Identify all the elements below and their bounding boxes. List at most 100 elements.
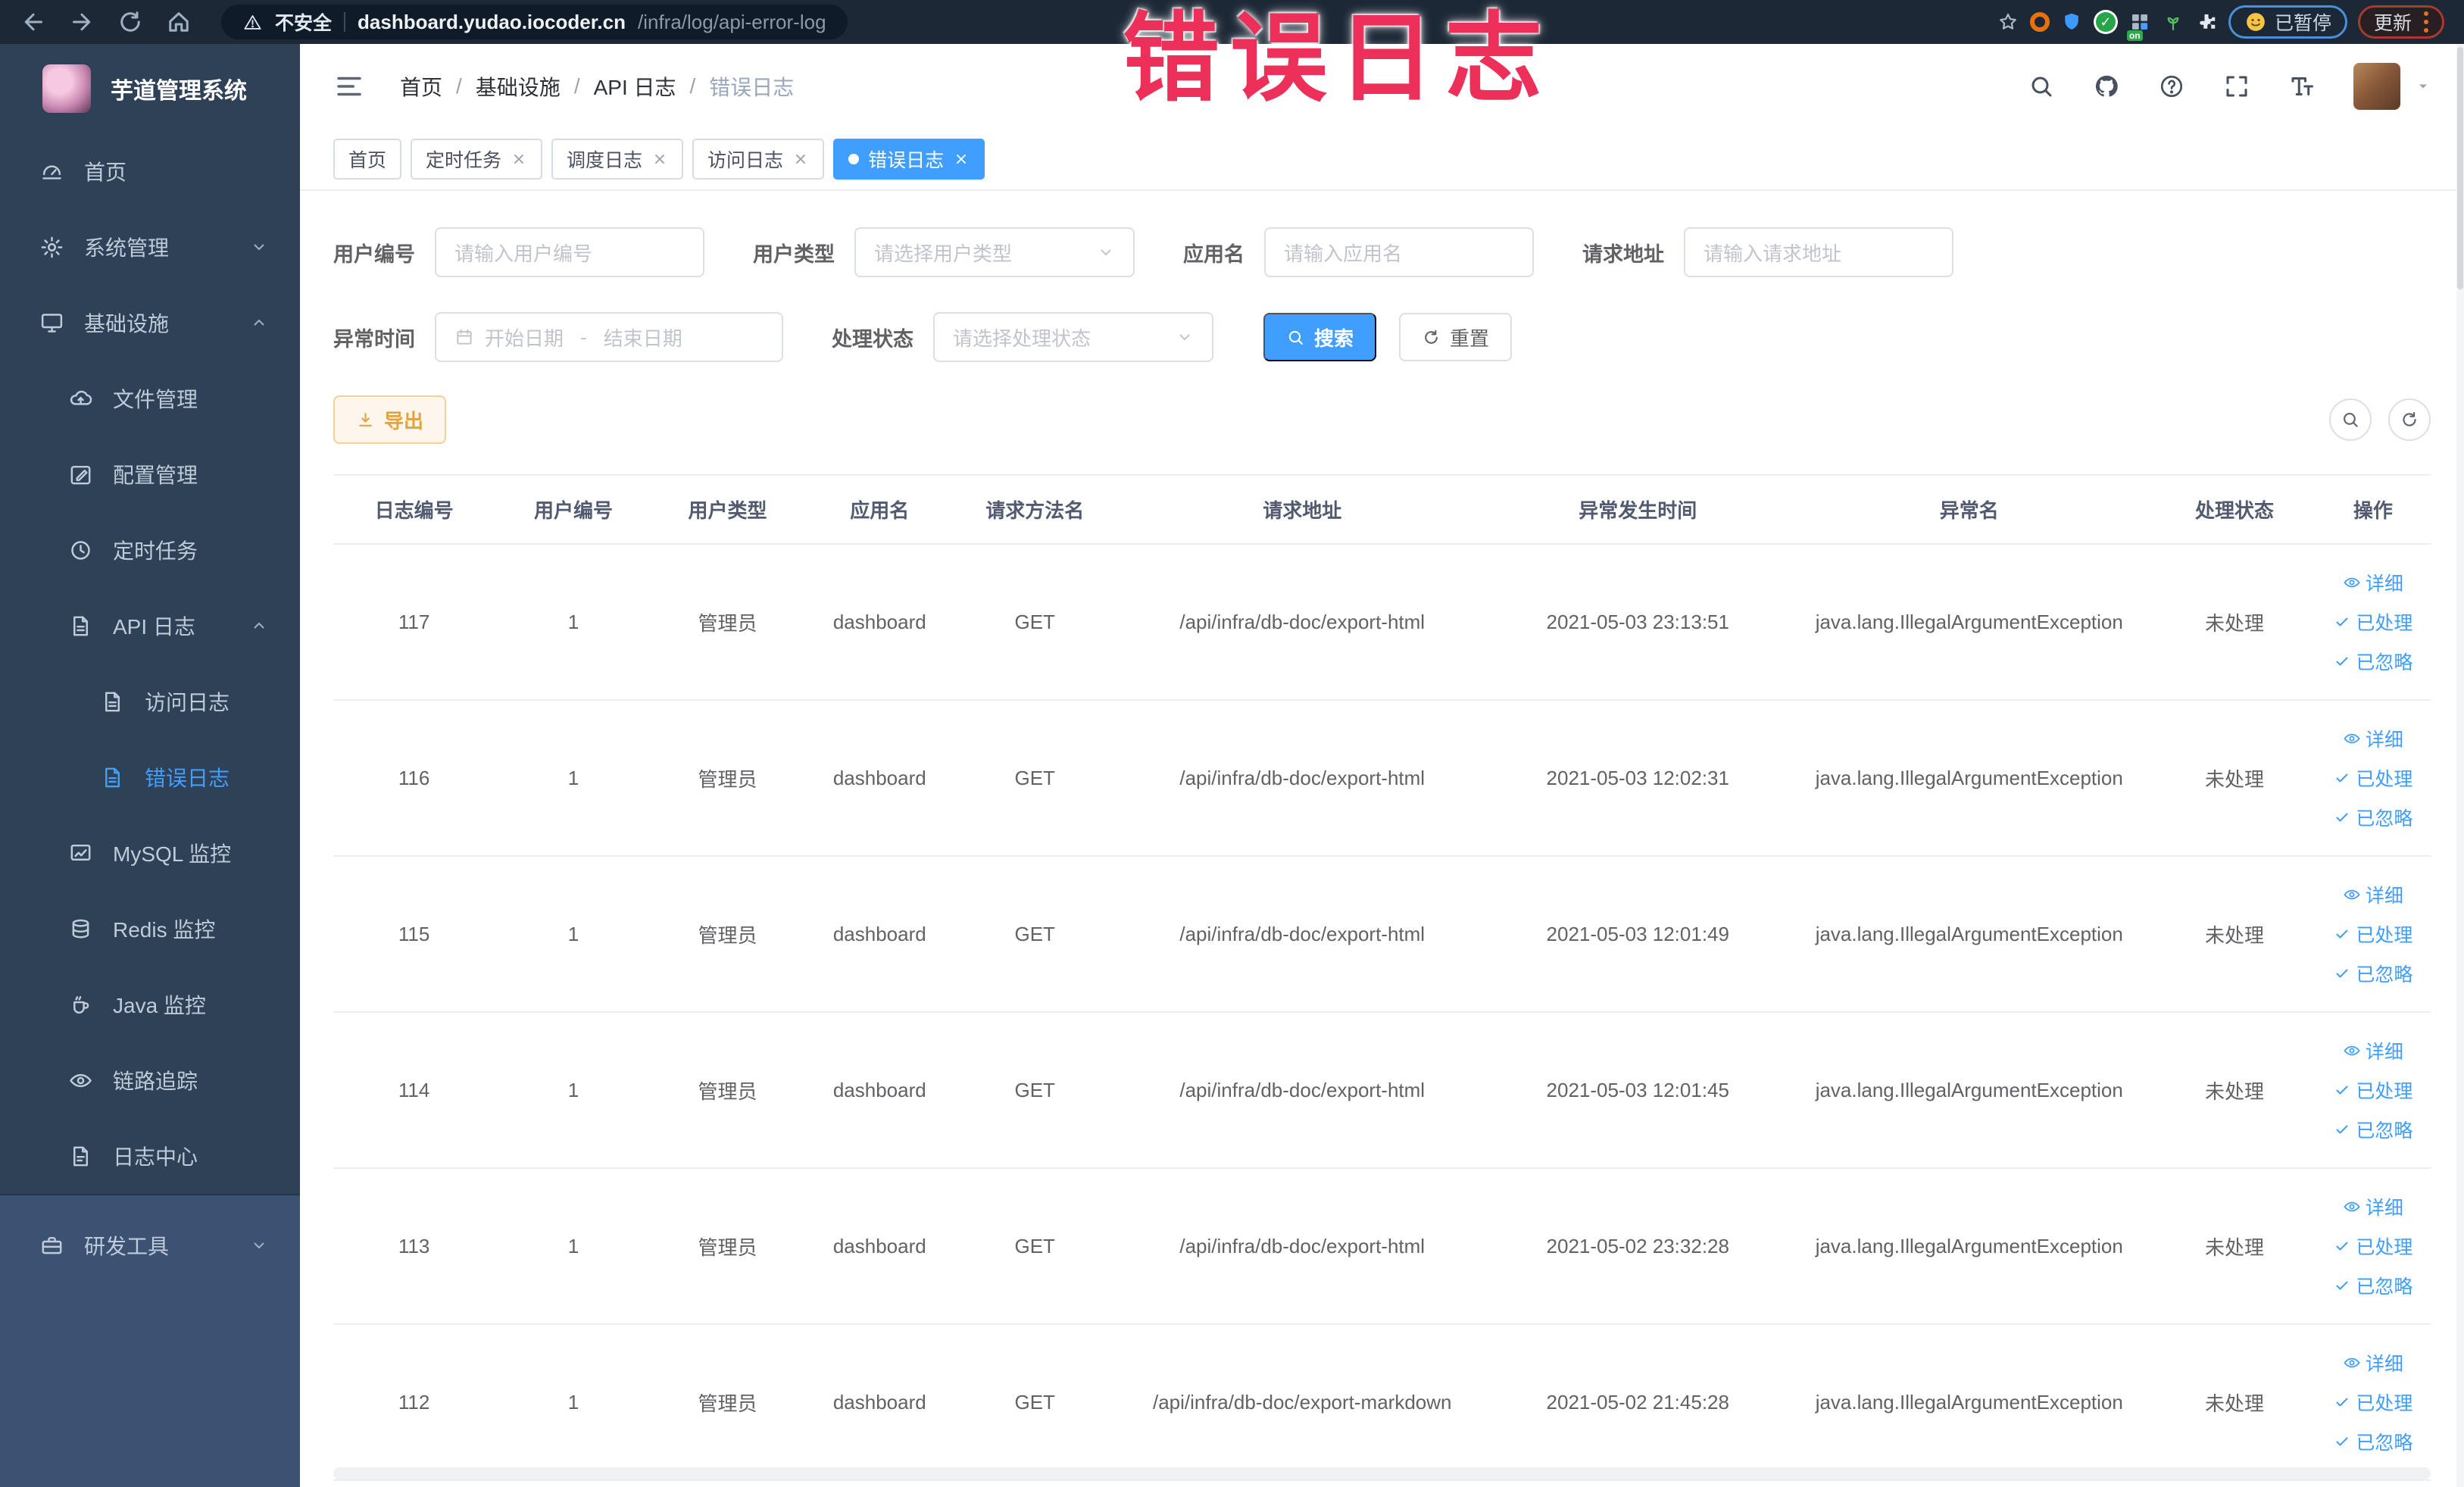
request-url-input[interactable]: 请输入请求地址 — [1684, 227, 1953, 277]
browser-forward-icon[interactable] — [68, 8, 95, 36]
refresh-table-button[interactable] — [2388, 398, 2431, 441]
sidebar-item-访问日志[interactable]: 访问日志 — [0, 664, 300, 739]
action-已忽略[interactable]: 已忽略 — [2333, 960, 2412, 987]
bookmark-star-icon[interactable] — [1997, 11, 2019, 33]
cell-method: GET — [956, 700, 1114, 857]
exception-time-range-picker[interactable]: 开始日期 - 结束日期 — [435, 312, 783, 362]
toggle-search-button[interactable] — [2329, 398, 2372, 441]
column-header: 请求地址 — [1113, 474, 1491, 545]
tab-调度日志[interactable]: 调度日志 — [551, 139, 684, 180]
cell-actions: 详细 已处理 已忽略 — [2315, 1012, 2431, 1169]
action-详细[interactable]: 详细 — [2343, 725, 2403, 752]
action-已忽略[interactable]: 已忽略 — [2333, 804, 2412, 831]
avatar[interactable] — [2353, 63, 2400, 110]
browser-home-icon[interactable] — [165, 8, 192, 36]
export-button[interactable]: 导出 — [333, 395, 447, 444]
user-type-select[interactable]: 请选择用户类型 — [854, 227, 1135, 277]
extension-sprout-icon[interactable] — [2162, 11, 2184, 33]
action-详细[interactable]: 详细 — [2343, 569, 2403, 596]
sidebar-item-redis-监控[interactable]: Redis 监控 — [0, 891, 300, 967]
extension-green-check-icon[interactable]: ✓ — [2093, 10, 2118, 34]
check-icon — [2333, 1237, 2351, 1255]
search-icon[interactable] — [2028, 73, 2055, 100]
fullscreen-icon[interactable] — [2223, 73, 2250, 100]
extension-orange-icon[interactable] — [2029, 12, 2050, 32]
action-详细[interactable]: 详细 — [2343, 1193, 2403, 1220]
app-name-input[interactable]: 请输入应用名 — [1264, 227, 1534, 277]
sidebar-item-定时任务[interactable]: 定时任务 — [0, 512, 300, 588]
tags-bar: 首页 定时任务 调度日志 访问日志 错误日志 — [300, 129, 2464, 191]
check-icon — [2333, 1393, 2351, 1411]
action-详细[interactable]: 详细 — [2343, 1349, 2403, 1376]
browser-back-icon[interactable] — [20, 8, 47, 36]
close-icon[interactable] — [953, 151, 970, 167]
sidebar-item-链路追踪[interactable]: 链路追踪 — [0, 1042, 300, 1118]
sidebar-item-系统管理[interactable]: 系统管理 — [0, 209, 300, 285]
action-已忽略[interactable]: 已忽略 — [2333, 1428, 2412, 1455]
tab-首页[interactable]: 首页 — [333, 139, 402, 180]
sidebar-logo[interactable]: 芋道管理系统 — [0, 44, 300, 133]
tab-访问日志[interactable]: 访问日志 — [692, 139, 825, 180]
tab-label: 访问日志 — [707, 150, 784, 171]
action-已处理[interactable]: 已处理 — [2333, 764, 2412, 792]
extensions-puzzle-icon[interactable] — [2195, 11, 2218, 33]
cell-user_id: 1 — [495, 700, 652, 857]
breadcrumb-item[interactable]: API 日志 — [594, 71, 676, 102]
action-详细[interactable]: 详细 — [2343, 881, 2403, 908]
sidebar-item-java-监控[interactable]: Java 监控 — [0, 967, 300, 1042]
font-size-icon[interactable] — [2288, 73, 2316, 100]
breadcrumb-item[interactable]: 基础设施 — [476, 71, 561, 102]
monitor-icon — [39, 311, 64, 336]
avatar-caret-icon[interactable] — [2416, 79, 2431, 94]
cell-id: 113 — [333, 1168, 495, 1325]
action-已处理[interactable]: 已处理 — [2333, 1232, 2412, 1260]
tab-定时任务[interactable]: 定时任务 — [411, 139, 543, 180]
sidebar-collapse-icon[interactable] — [333, 70, 365, 102]
action-详细[interactable]: 详细 — [2343, 1037, 2403, 1064]
sidebar-item-首页[interactable]: 首页 — [0, 133, 300, 209]
sidebar-item-文件管理[interactable]: 文件管理 — [0, 361, 300, 436]
action-已忽略[interactable]: 已忽略 — [2333, 1116, 2412, 1143]
security-label: 不安全 — [275, 13, 333, 34]
search-button[interactable]: 搜索 — [1263, 313, 1377, 361]
close-icon[interactable] — [792, 151, 809, 167]
extension-shield-icon[interactable] — [2060, 11, 2083, 33]
process-status-select[interactable]: 请选择处理状态 — [933, 312, 1213, 362]
user-id-input[interactable]: 请输入用户编号 — [435, 227, 704, 277]
sidebar-item-label: 基础设施 — [84, 312, 170, 336]
sidebar-item-mysql-监控[interactable]: MySQL 监控 — [0, 815, 300, 891]
action-已忽略[interactable]: 已忽略 — [2333, 1272, 2412, 1299]
sidebar-item-错误日志[interactable]: 错误日志 — [0, 739, 300, 815]
sidebar-item-研发工具[interactable]: 研发工具 — [0, 1207, 300, 1283]
cell-time: 2021-05-03 12:01:45 — [1491, 1012, 1785, 1169]
reset-button[interactable]: 重置 — [1399, 313, 1513, 361]
close-icon[interactable] — [511, 151, 527, 167]
page-scrollbar[interactable] — [2456, 44, 2464, 1487]
action-已处理[interactable]: 已处理 — [2333, 920, 2412, 948]
action-已处理[interactable]: 已处理 — [2333, 1389, 2412, 1416]
breadcrumb-item[interactable]: 首页 — [400, 71, 442, 102]
search-icon — [1286, 328, 1305, 347]
address-bar[interactable]: 不安全 dashboard.yudao.iocoder.cn /infra/lo… — [221, 5, 848, 39]
sidebar-item-label: 错误日志 — [145, 767, 230, 790]
sidebar-item-api-日志[interactable]: API 日志 — [0, 588, 300, 664]
action-已忽略[interactable]: 已忽略 — [2333, 648, 2412, 675]
browser-reload-icon[interactable] — [117, 8, 144, 36]
action-已处理[interactable]: 已处理 — [2333, 608, 2412, 636]
action-已处理[interactable]: 已处理 — [2333, 1076, 2412, 1104]
sidebar-item-日志中心[interactable]: 日志中心 — [0, 1118, 300, 1194]
browser-menu-kebab-icon[interactable] — [2424, 11, 2428, 33]
update-button[interactable]: 更新 — [2357, 5, 2444, 39]
extension-grid-icon[interactable]: on — [2126, 11, 2151, 41]
tab-错误日志[interactable]: 错误日志 — [833, 139, 985, 180]
url-divider — [344, 12, 346, 32]
help-icon[interactable] — [2158, 73, 2185, 100]
horizontal-scrollbar[interactable] — [333, 1467, 2431, 1479]
github-icon[interactable] — [2093, 73, 2120, 100]
sidebar-item-配置管理[interactable]: 配置管理 — [0, 436, 300, 512]
cell-id: 114 — [333, 1012, 495, 1169]
sidebar-item-基础设施[interactable]: 基础设施 — [0, 285, 300, 361]
paused-button[interactable]: 已暂停 — [2228, 5, 2347, 39]
close-icon[interactable] — [651, 151, 668, 167]
stack-icon — [68, 917, 93, 942]
